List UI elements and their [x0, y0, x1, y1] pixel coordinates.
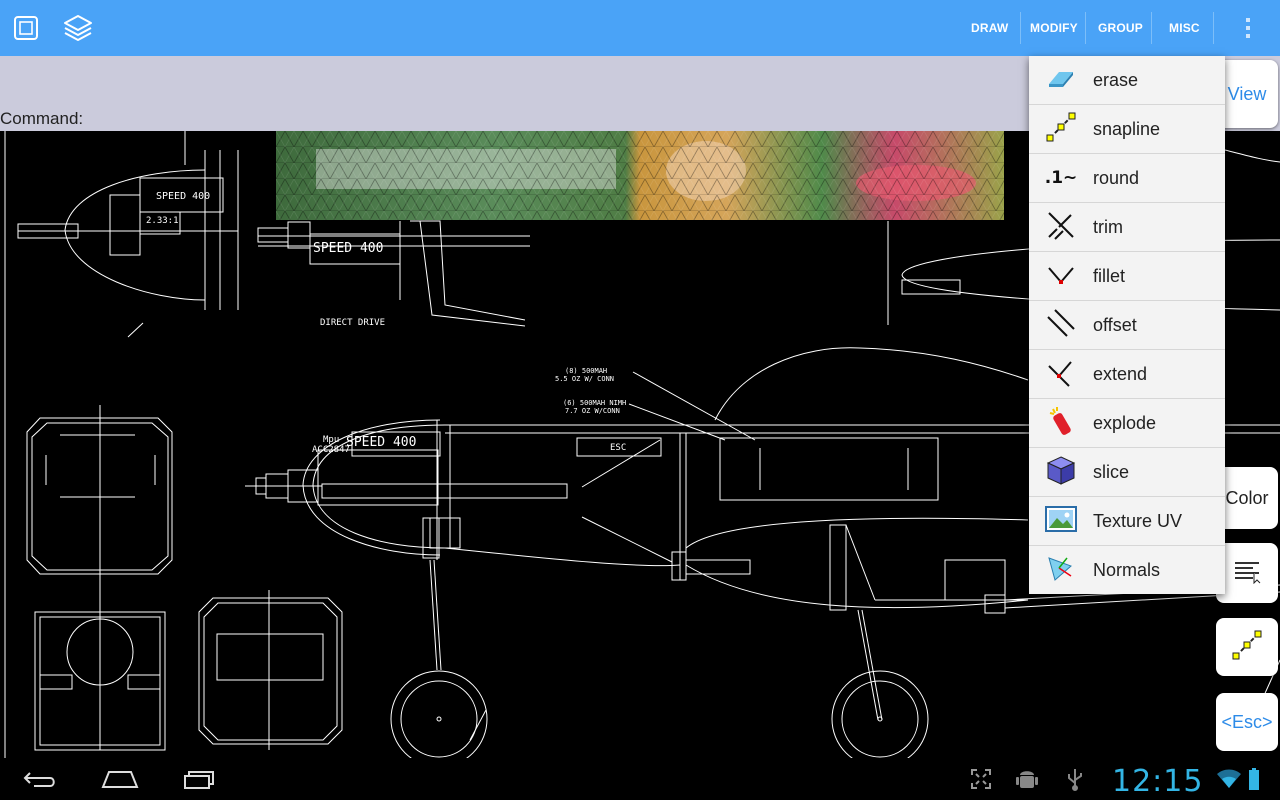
slice-cube-icon: [1045, 454, 1077, 491]
android-debug-icon: [1014, 762, 1040, 796]
texture-image-icon: [1045, 505, 1077, 537]
app-square-icon[interactable]: [10, 12, 42, 44]
drawing-label-speed400-a: SPEED 400: [156, 191, 210, 202]
layer-list-icon: [1232, 558, 1262, 589]
drawing-note-2b: 7.7 OZ W/CONN: [565, 407, 620, 415]
fillet-icon: [1045, 258, 1077, 295]
clock: 12:15: [1112, 764, 1204, 799]
menu-group[interactable]: GROUP: [1098, 0, 1143, 56]
modify-dropdown-menu: erase snapline .1~ round trim fillet off…: [1029, 56, 1225, 594]
snapline-shortcut-button[interactable]: [1216, 618, 1278, 676]
explode-icon: [1045, 405, 1077, 442]
menu-item-label: extend: [1093, 363, 1148, 384]
menu-misc[interactable]: MISC: [1169, 0, 1200, 56]
usb-icon: [1062, 762, 1088, 796]
drawing-label-mpu: Mpu: [323, 435, 339, 445]
offset-icon: [1045, 307, 1077, 344]
menu-item-trim[interactable]: trim: [1029, 203, 1225, 252]
menu-item-label: explode: [1093, 412, 1157, 433]
drawing-label-speed400-b: SPEED 400: [313, 241, 383, 256]
drawing-label-esc: ESC: [610, 443, 626, 453]
eraser-icon: [1045, 66, 1077, 95]
drawing-label-speed400-c: SPEED 400: [346, 435, 416, 450]
menu-modify[interactable]: MODIFY: [1030, 0, 1078, 56]
recent-apps-icon[interactable]: [180, 762, 220, 796]
menu-item-label: Texture UV: [1093, 510, 1183, 531]
normals-icon: [1045, 552, 1077, 589]
texture-mosaic-image: [276, 131, 1004, 220]
menu-divider: [1151, 12, 1152, 44]
home-icon[interactable]: [98, 762, 142, 796]
command-input[interactable]: [92, 106, 1016, 128]
extend-icon: [1045, 356, 1077, 393]
system-nav-bar: 12:15: [0, 758, 1280, 800]
menu-item-label: trim: [1093, 216, 1123, 237]
color-button[interactable]: Color: [1216, 467, 1278, 529]
wifi-icon: [1214, 762, 1244, 796]
fullscreen-icon[interactable]: [966, 762, 996, 796]
action-bar: DRAW MODIFY GROUP MISC: [0, 0, 1280, 56]
menu-item-offset[interactable]: offset: [1029, 301, 1225, 350]
menu-item-label: erase: [1093, 69, 1139, 90]
escape-button[interactable]: <Esc>: [1216, 693, 1278, 751]
back-icon[interactable]: [20, 762, 60, 796]
menu-item-extend[interactable]: extend: [1029, 350, 1225, 399]
view-button[interactable]: View: [1216, 60, 1278, 128]
layers-icon[interactable]: [62, 12, 94, 44]
menu-item-erase[interactable]: erase: [1029, 56, 1225, 105]
menu-draw[interactable]: DRAW: [971, 0, 1008, 56]
menu-item-label: slice: [1093, 461, 1130, 482]
menu-item-label: offset: [1093, 314, 1137, 335]
menu-divider: [1213, 12, 1214, 44]
drawing-label-direct-drive: DIRECT DRIVE: [320, 318, 385, 328]
menu-divider: [1020, 12, 1021, 44]
menu-item-normals[interactable]: Normals: [1029, 546, 1225, 594]
drawing-note-2a: (6) 500MAH NIMH: [563, 399, 626, 407]
menu-item-explode[interactable]: explode: [1029, 399, 1225, 448]
round-icon: .1~: [1044, 168, 1078, 188]
menu-divider: [1085, 12, 1086, 44]
menu-item-fillet[interactable]: fillet: [1029, 252, 1225, 301]
menu-item-slice[interactable]: slice: [1029, 448, 1225, 497]
drawing-note-1b: 5.5 OZ W/ CONN: [555, 375, 614, 383]
drawing-label-ratio: 2.33:1: [146, 216, 179, 226]
snapline-icon: [1045, 111, 1077, 148]
menu-item-round[interactable]: .1~ round: [1029, 154, 1225, 203]
drawing-label-acc: ACC2847: [312, 445, 350, 455]
drawing-note-1a: (8) 500MAH: [565, 367, 607, 375]
battery-icon: [1246, 762, 1262, 796]
menu-item-snapline[interactable]: snapline: [1029, 105, 1225, 154]
menu-item-label: snapline: [1093, 118, 1161, 139]
menu-item-texture-uv[interactable]: Texture UV: [1029, 497, 1225, 546]
menu-item-label: round: [1093, 167, 1140, 188]
command-label: Command:: [0, 109, 84, 128]
menu-item-label: Normals: [1093, 559, 1161, 580]
menu-item-label: fillet: [1093, 265, 1126, 286]
snapline-icon: [1230, 628, 1264, 667]
layer-list-button[interactable]: [1216, 543, 1278, 603]
overflow-menu-icon[interactable]: [1232, 12, 1264, 44]
trim-icon: [1045, 209, 1077, 246]
